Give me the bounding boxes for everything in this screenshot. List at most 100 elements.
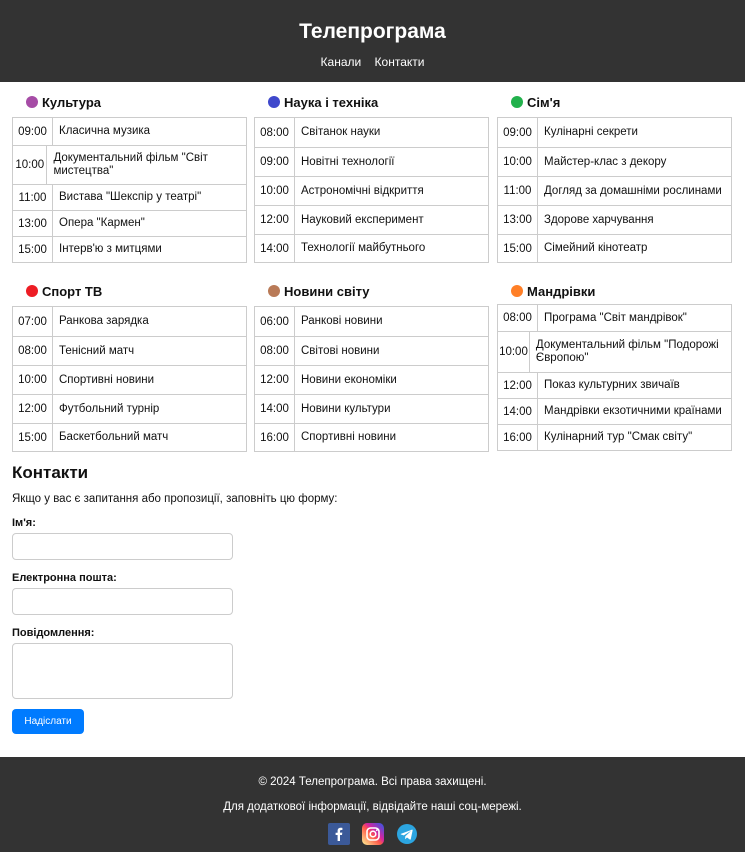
channel-color-dot (511, 96, 523, 108)
schedule-row: 13:00 Опера "Кармен" (13, 210, 246, 236)
channel-title: Новини світу (268, 281, 489, 301)
submit-button[interactable]: Надіслати (12, 709, 84, 734)
schedule-row: 10:00 Астрономічні відкриття (255, 176, 488, 205)
schedule-row: 09:00 Новітні технології (255, 147, 488, 176)
schedule-row: 11:00 Вистава "Шекспір у театрі" (13, 184, 246, 210)
schedule-time: 14:00 (255, 235, 295, 262)
schedule-program: Астрономічні відкриття (301, 184, 424, 197)
schedule-program: Вистава "Шекспір у театрі" (59, 191, 202, 203)
email-field[interactable] (12, 588, 233, 615)
channel-name: Культура (42, 94, 102, 110)
schedule-time: 15:00 (498, 235, 538, 262)
schedule-time: 13:00 (498, 206, 538, 234)
schedule-time: 08:00 (255, 118, 295, 147)
schedule-program: Спортивні новини (59, 373, 155, 386)
schedule-row: 12:00 Футбольний турнір (13, 394, 246, 423)
schedule-row: 14:00 Технології майбутнього (255, 234, 488, 262)
contact-form: Ім'я: Електронна пошта: Повідомлення: На… (12, 517, 733, 734)
channel-kultura: Культура 09:00 Класична музика 10:00 Докум… (12, 92, 247, 263)
schedule-program: Новини культури (301, 402, 391, 415)
schedule-program: Майстер-клас з декору (544, 155, 667, 168)
channel-color-dot (268, 96, 280, 108)
social-links (0, 823, 745, 845)
main-nav: Канали Контакти (0, 55, 745, 69)
schedule-time: 12:00 (13, 395, 53, 423)
schedule-row: 08:00 Світові новини (255, 336, 488, 365)
channel-sport: Спорт ТВ 07:00 Ранкова зарядка 08:00 Теніс… (12, 281, 247, 452)
schedule-program: Класична музика (59, 125, 151, 137)
schedule-time: 11:00 (13, 185, 53, 210)
schedule-program: Футбольний турнір (59, 402, 160, 415)
channel-color-dot (268, 285, 280, 297)
schedule-row: 12:00 Науковий експеримент (255, 205, 488, 234)
schedule-program: Баскетбольний матч (59, 431, 169, 443)
channel-title: Спорт ТВ (26, 281, 247, 301)
schedule-row: 07:00 Ранкова зарядка (13, 307, 246, 336)
schedule-row: 15:00 Сімейний кінотеатр (498, 234, 731, 262)
schedule-program: Документальний фільм "Світ мистецтва" (53, 152, 208, 177)
channel-title: Сім'я (511, 92, 732, 112)
schedule-row: 10:00 Документальний фільм "Світ мистецтв… (13, 145, 246, 184)
channel-color-dot (26, 285, 38, 297)
schedule-program: Кулінарний тур "Смак світу" (544, 431, 693, 443)
schedule-time: 10:00 (13, 366, 53, 394)
schedule-time: 13:00 (13, 211, 53, 236)
schedule-program: Світанок науки (301, 126, 381, 138)
schedule-time: 14:00 (255, 395, 295, 423)
schedule-program: Технології майбутнього (301, 242, 426, 254)
schedule-row: 14:00 Новини культури (255, 394, 488, 423)
schedule-time: 08:00 (13, 337, 53, 365)
schedule-time: 12:00 (255, 206, 295, 234)
schedule-program: Новітні технології (301, 155, 395, 168)
copyright-text: © 2024 Телепрограма. Всі права захищені. (258, 776, 487, 788)
schedule-program: Показ культурних звичаїв (544, 379, 680, 391)
name-field[interactable] (12, 533, 233, 560)
instagram-icon[interactable] (361, 823, 384, 845)
schedule-program: Новини економіки (301, 373, 397, 386)
contacts-section: Контакти Якщо у вас є запитання або проп… (0, 463, 745, 734)
schedule-program: Догляд за домашніми рослинами (544, 184, 722, 197)
schedule-time: 14:00 (498, 399, 538, 424)
channel-name: Наука і техніка (284, 94, 379, 110)
schedule-time: 11:00 (498, 177, 538, 205)
message-field[interactable] (12, 643, 233, 699)
schedule-table: 07:00 Ранкова зарядка 08:00 Тенісний матч … (12, 306, 247, 452)
channel-name: Новини світу (284, 283, 370, 299)
channel-mandrivky: Мандрівки 08:00 Програма "Світ мандрівок"… (497, 281, 732, 451)
schedule-program: Ранкові новини (301, 315, 383, 327)
schedule-row: 08:00 Світанок науки (255, 118, 488, 147)
schedule-table: 09:00 Кулінарні секрети 10:00 Майстер-клас… (497, 117, 732, 263)
schedule-time: 15:00 (13, 237, 53, 262)
schedule-row: 12:00 Новини економіки (255, 365, 488, 394)
schedule-row: 09:00 Кулінарні секрети (498, 118, 731, 147)
schedule-time: 08:00 (498, 305, 538, 331)
name-label: Ім'я: (12, 517, 36, 529)
schedule-row: 08:00 Тенісний матч (13, 336, 246, 365)
schedule-row: 11:00 Догляд за домашніми рослинами (498, 176, 731, 205)
contacts-intro: Якщо у вас є запитання або пропозиції, з… (12, 493, 338, 505)
schedule-time: 12:00 (498, 373, 538, 398)
facebook-icon[interactable] (327, 823, 350, 845)
message-label: Повідомлення: (12, 627, 95, 639)
schedule-time: 16:00 (255, 424, 295, 451)
schedule-time: 10:00 (498, 332, 530, 372)
social-text: Для додаткової інформації, відвідайте на… (223, 801, 522, 813)
site-header: Телепрограма Канали Контакти (0, 0, 745, 82)
schedule-table: 08:00 Світанок науки 09:00 Новітні техноло… (254, 117, 489, 263)
schedule-time: 08:00 (255, 337, 295, 365)
schedule-time: 06:00 (255, 307, 295, 336)
schedule-row: 09:00 Класична музика (13, 118, 246, 145)
schedule-row: 10:00 Майстер-клас з декору (498, 147, 731, 176)
nav-contacts-link[interactable]: Контакти (375, 55, 425, 69)
channel-title: Мандрівки (511, 281, 732, 301)
channel-novyny: Новини світу 06:00 Ранкові новини 08:00 Св… (254, 281, 489, 452)
telegram-icon[interactable] (396, 823, 418, 845)
schedule-program: Документальний фільм "Подорожі Європою" (535, 339, 719, 364)
schedule-row: 15:00 Інтерв'ю з митцями (13, 236, 246, 262)
schedule-row: 15:00 Баскетбольний матч (13, 423, 246, 451)
schedule-program: Спортивні новини (301, 431, 397, 443)
schedule-program: Опера "Кармен" (59, 217, 145, 229)
nav-channels-link[interactable]: Канали (321, 55, 362, 69)
channel-name: Мандрівки (527, 283, 596, 299)
channel-name: Спорт ТВ (42, 283, 103, 299)
